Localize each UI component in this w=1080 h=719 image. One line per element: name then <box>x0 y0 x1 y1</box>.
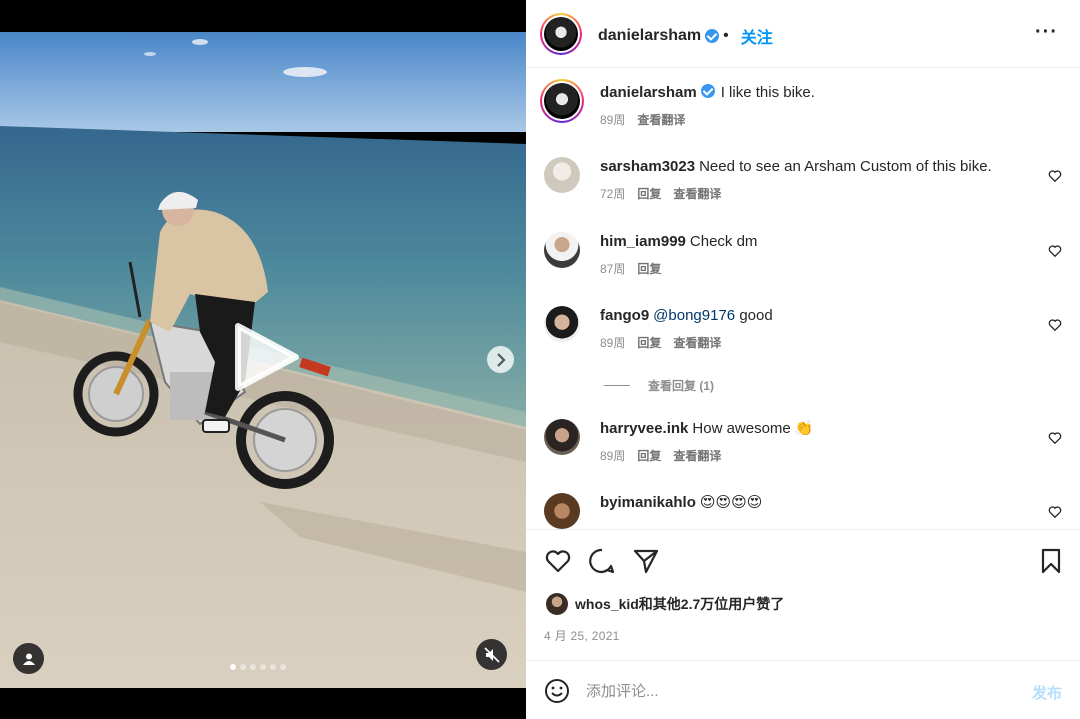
reply-button[interactable]: 回复 <box>637 185 661 202</box>
comment-text: 😍😍😍😍 <box>699 494 763 511</box>
verified-icon <box>705 29 720 43</box>
comment-username[interactable]: sarsham3023 <box>600 158 695 175</box>
comment-time: 89周 <box>600 336 626 350</box>
author-username[interactable]: danielarsham <box>598 27 701 45</box>
post-header: danielarsham • 关注 ··· <box>526 0 1080 68</box>
reply-button[interactable]: 回复 <box>637 260 661 277</box>
verified-icon <box>700 84 715 98</box>
caption-time: 89周 <box>600 113 626 127</box>
heart-icon[interactable] <box>544 547 572 575</box>
carousel-dot <box>250 664 256 670</box>
post-actions: whos_kid 和其他2.7万位用户赞了 4 月 25, 2021 <box>526 531 1080 661</box>
follow-button[interactable]: 关注 <box>741 24 773 48</box>
avatar[interactable] <box>544 306 580 342</box>
media-letterbox-bottom <box>0 688 526 719</box>
comment-username[interactable]: harryvee.ink <box>600 420 688 437</box>
carousel-next-button[interactable] <box>487 346 514 373</box>
caption-avatar[interactable] <box>540 79 584 123</box>
comment-time: 87周 <box>600 262 626 276</box>
carousel-dots <box>230 664 286 670</box>
comment-text: How awesome 👏 <box>692 420 814 437</box>
emoji-icon[interactable] <box>544 678 570 704</box>
bookmark-icon[interactable] <box>1037 547 1065 575</box>
avatar[interactable] <box>544 419 580 455</box>
reply-button[interactable]: 回复 <box>637 447 661 464</box>
translate-link[interactable]: 查看翻译 <box>637 111 685 128</box>
comment-time: 89周 <box>600 449 626 463</box>
comment-username[interactable]: fango9 <box>600 307 649 324</box>
avatar[interactable] <box>544 493 580 529</box>
translate-link[interactable]: 查看翻译 <box>673 334 721 351</box>
heart-icon[interactable] <box>1048 318 1062 332</box>
caption-username[interactable]: danielarsham <box>600 84 697 101</box>
avatar[interactable] <box>544 157 580 193</box>
play-icon <box>235 323 299 391</box>
comment-time: 72周 <box>600 187 626 201</box>
avatar[interactable] <box>546 593 568 615</box>
comment-mention[interactable]: @bong9176 <box>653 307 735 324</box>
carousel-dot <box>260 664 266 670</box>
author-avatar[interactable] <box>540 13 582 55</box>
share-icon[interactable] <box>632 547 660 575</box>
translate-link[interactable]: 查看翻译 <box>673 447 721 464</box>
post-comment-button[interactable]: 发布 <box>1032 682 1062 703</box>
carousel-dot <box>280 664 286 670</box>
comment-input[interactable] <box>586 678 1006 704</box>
chevron-right-icon <box>496 352 506 367</box>
tagged-users-button[interactable] <box>13 643 44 674</box>
post-date: 4 月 25, 2021 <box>544 629 620 643</box>
carousel-dot <box>240 664 246 670</box>
play-button[interactable] <box>232 320 302 394</box>
view-replies-link[interactable]: 查看回复 (1) <box>604 377 714 394</box>
heart-icon[interactable] <box>1048 505 1062 519</box>
liked-by-username[interactable]: whos_kid <box>575 596 639 612</box>
post-detail-panel: danielarsham • 关注 ··· danielarsham I like… <box>526 0 1080 719</box>
comment-username[interactable]: him_iam999 <box>600 233 686 250</box>
comment-text: Need to see an Arsham Custom of this bik… <box>699 158 992 175</box>
comment-composer: 发布 <box>526 662 1080 719</box>
caption-text: I like this bike. <box>720 84 815 101</box>
heart-icon[interactable] <box>1048 244 1062 258</box>
comment-username[interactable]: byimanikahlo <box>600 494 696 511</box>
reply-button[interactable]: 回复 <box>637 334 661 351</box>
carousel-dot <box>230 664 236 670</box>
likes-count-text[interactable]: 和其他2.7万位用户赞了 <box>639 594 784 614</box>
comment-text: Check dm <box>689 233 758 250</box>
divider <box>604 385 630 386</box>
avatar[interactable] <box>544 232 580 268</box>
comment-text: good <box>739 307 773 324</box>
heart-icon[interactable] <box>1048 431 1062 445</box>
view-replies-label: 查看回复 (1) <box>648 379 715 393</box>
likes-summary: whos_kid 和其他2.7万位用户赞了 <box>546 593 784 615</box>
more-icon[interactable]: ··· <box>1035 22 1058 42</box>
mute-button[interactable] <box>476 639 507 670</box>
comments-list: danielarsham I like this bike. 89周 查看翻译 s… <box>526 69 1080 530</box>
mute-icon <box>483 646 500 663</box>
media-letterbox-top <box>0 0 526 32</box>
translate-link[interactable]: 查看翻译 <box>673 185 721 202</box>
comment-icon[interactable] <box>588 547 616 575</box>
carousel-dot <box>270 664 276 670</box>
user-tag-icon <box>22 653 35 665</box>
heart-icon[interactable] <box>1048 169 1062 183</box>
post-media <box>0 0 526 719</box>
